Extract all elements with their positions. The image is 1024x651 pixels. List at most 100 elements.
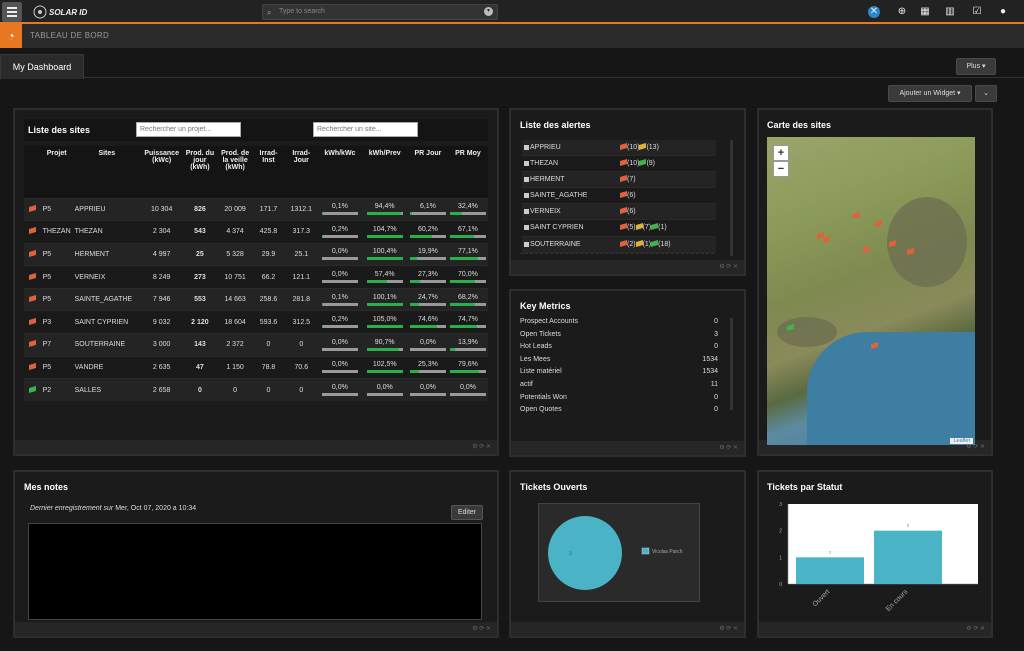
panel-footer[interactable]: ⚙ ⟳ ✕ (15, 622, 497, 636)
table-row[interactable]: P5 VERNEIX 8 249 273 10 751 66.2 121.1 0,0% 57,4… (24, 265, 488, 289)
metric-row[interactable]: actif 11 (520, 381, 718, 394)
progress-bar (321, 280, 358, 284)
panel-footer[interactable]: ⚙ ⟳ ✕ (511, 622, 744, 636)
widget-options-caret-button[interactable]: ⌄ (975, 85, 997, 102)
search-project-input[interactable] (136, 122, 241, 137)
zoom-out-button[interactable]: − (773, 161, 789, 177)
map-marker[interactable] (853, 212, 860, 219)
expand-plus-icon[interactable] (524, 209, 529, 215)
percent-value: 13,9% (458, 338, 478, 346)
metric-label: Potentials Won (520, 393, 567, 401)
metric-row[interactable]: Open Tickets 3 (520, 331, 718, 344)
table-column-header[interactable]: Projet (40, 146, 73, 198)
bar-chart-icon[interactable]: ▥ (944, 6, 956, 18)
map-marker[interactable] (875, 220, 882, 227)
table-column-header[interactable]: PR Jour (407, 146, 448, 198)
panel-footer[interactable]: ⚙ ⟳ ✕ (511, 441, 744, 455)
table-row[interactable]: THEZAN THEZAN 2 304 543 4 374 425.8 317.3 0,2% 1… (24, 220, 488, 244)
expand-plus-icon[interactable] (524, 177, 529, 183)
sites-map[interactable]: + − Leaflet (767, 137, 975, 445)
breadcrumb[interactable]: TABLEAU DE BORD (30, 31, 109, 40)
alert-row[interactable]: THEZAN (10) (9) (522, 156, 716, 173)
chevron-down-icon[interactable]: ▾ (484, 7, 493, 16)
status-flag-icon[interactable] (28, 250, 36, 257)
map-marker[interactable] (863, 246, 870, 253)
notes-textarea[interactable] (28, 523, 482, 620)
y-tick-label: 3 (779, 502, 782, 508)
status-flag-icon[interactable] (28, 340, 36, 348)
plus-dropdown-button[interactable]: Plus ▾ (956, 58, 996, 75)
table-row[interactable]: P7 SOUTERRAINE 3 000 143 2 372 0 0 0,0% 90,7% 0,0… (24, 333, 488, 357)
checkbox-icon[interactable]: ☑ (971, 6, 983, 18)
expand-plus-icon[interactable] (524, 193, 529, 199)
metric-row[interactable]: Prospect Accounts 0 (520, 318, 718, 331)
expand-plus-icon[interactable] (524, 161, 529, 167)
panel-footer[interactable]: ⚙ ⟳ ✕ (759, 622, 991, 636)
tab-my-dashboard[interactable]: My Dashboard (0, 54, 84, 79)
status-flag-icon[interactable] (28, 272, 36, 280)
table-column-header[interactable] (24, 146, 41, 198)
leaflet-attribution[interactable]: Leaflet (950, 438, 973, 444)
status-flag-icon[interactable] (28, 204, 36, 212)
dashboard-gauge-icon[interactable]: ◔ (0, 24, 22, 48)
metric-row[interactable]: Les Mees 1534 (520, 356, 718, 369)
table-column-header[interactable]: Prod. du jour (kWh) (182, 146, 218, 198)
percent-value: 0,0% (376, 384, 393, 392)
alerts-scrollbar[interactable] (730, 140, 733, 256)
metric-row[interactable]: Open Quotes 0 (520, 406, 718, 419)
plus-circle-icon[interactable]: ⊕ (896, 6, 908, 18)
alert-row[interactable]: SAINT CYPRIEN (5) (7) (1) (522, 220, 716, 237)
table-column-header[interactable]: kWh/kWc (318, 146, 362, 198)
app-logo-icon[interactable]: ✕ (868, 6, 880, 18)
metric-row[interactable]: Hot Leads 0 (520, 343, 718, 356)
alert-row[interactable]: HERMENT (7) (522, 172, 716, 189)
table-column-header[interactable]: Irrad-Inst (252, 146, 285, 198)
status-flag-icon[interactable] (28, 227, 36, 235)
metric-row[interactable]: Potentials Won 0 (520, 394, 718, 407)
status-flag-icon[interactable] (28, 317, 36, 325)
status-flag-icon[interactable] (28, 363, 36, 370)
table-column-header[interactable]: Irrad-Jour (284, 146, 319, 198)
table-row[interactable]: P5 SAINTE_AGATHE 7 946 553 14 663 258.6 281.8 0… (24, 287, 488, 311)
alert-flags: (5) (7) (1) (620, 220, 667, 236)
expand-plus-icon[interactable] (524, 225, 529, 231)
user-icon[interactable]: ● (997, 6, 1009, 18)
metrics-scrollbar[interactable] (730, 318, 733, 410)
table-row[interactable]: P5 APPRIEU 10 304 826 20 009 171.7 1312.1 0,1% 9… (24, 197, 488, 221)
table-column-header[interactable]: Sites (72, 146, 141, 198)
status-flag-icon[interactable] (28, 295, 36, 303)
panel-footer[interactable]: ⚙ ⟳ ✕ (511, 260, 744, 274)
bar[interactable] (796, 557, 864, 584)
map-marker[interactable] (823, 236, 830, 243)
bar[interactable] (874, 530, 942, 584)
solar-id-logo[interactable]: SOLAR ID (32, 4, 102, 20)
alert-count: (18) (658, 240, 671, 248)
edit-notes-button[interactable]: Editer (451, 505, 483, 520)
calendar-icon[interactable]: ▦ (919, 6, 931, 18)
pie-slice[interactable] (548, 516, 622, 590)
alert-row[interactable]: SOUTERRAINE (2) (1) (18) (522, 236, 716, 253)
alert-row[interactable]: VERNEIX (6) (522, 204, 716, 221)
status-flag-icon[interactable] (28, 385, 36, 393)
global-search-input[interactable]: ⌕ Type to search ▾ (262, 4, 498, 20)
table-row[interactable]: P3 SAINT CYPRIEN 9 032 2 120 18 604 593.6 312.… (24, 310, 488, 334)
table-row[interactable]: P5 HERMENT 4 997 25 5 328 29.9 25.1 0,0% 100,4% 1… (24, 242, 488, 266)
add-widget-button[interactable]: Ajouter un Widget ▾ (888, 85, 972, 102)
table-column-header[interactable]: Puissance (kWc) (140, 146, 183, 198)
alerts-list-overflow (520, 253, 714, 259)
alert-row[interactable]: APPRIEU (10) (13) (522, 140, 716, 157)
alert-row[interactable]: SAINTE_AGATHE (6) (522, 188, 716, 205)
expand-plus-icon[interactable] (524, 241, 529, 247)
table-row[interactable]: P5 VANDRE 2 635 47 1 150 78.8 70.6 0,0% 102,5% 25… (24, 355, 488, 379)
table-row[interactable]: P2 SALLES 2 658 0 0 0 0 0,0% 0,0% 0,0% 0,0% (24, 378, 488, 402)
panel-footer[interactable]: ⚙ ⟳ ✕ (15, 440, 497, 454)
zoom-in-button[interactable]: + (773, 145, 789, 161)
table-column-header[interactable]: Prod. de la veille (kWh) (217, 146, 253, 198)
search-site-input[interactable] (313, 122, 418, 137)
expand-plus-icon[interactable] (524, 145, 529, 150)
table-column-header[interactable]: PR Moy (447, 146, 488, 198)
metric-value: 1534 (702, 368, 718, 376)
hamburger-menu-icon[interactable] (2, 2, 22, 22)
metric-row[interactable]: Liste matériel 1534 (520, 368, 718, 381)
table-column-header[interactable]: kWh/Prev (361, 146, 408, 198)
